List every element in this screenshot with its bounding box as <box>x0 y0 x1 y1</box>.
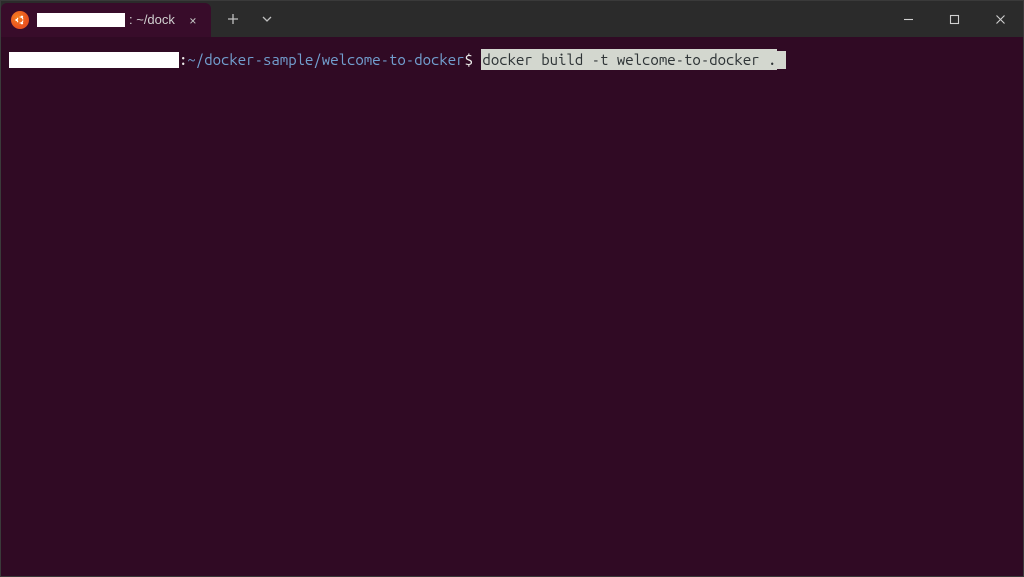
tab-title: : ~/dock <box>37 12 175 27</box>
redacted-username <box>37 13 125 27</box>
minimize-button[interactable] <box>885 1 931 37</box>
maximize-button[interactable] <box>931 1 977 37</box>
prompt-line: :~/docker-sample/welcome-to-docker$ dock… <box>9 49 1015 70</box>
window-controls <box>885 1 1023 37</box>
titlebar: : ~/dock × <box>1 1 1023 37</box>
tab-title-suffix: : ~/dock <box>129 12 175 27</box>
close-tab-icon[interactable]: × <box>183 10 203 30</box>
terminal-body[interactable]: :~/docker-sample/welcome-to-docker$ dock… <box>1 37 1023 576</box>
tab-dropdown-button[interactable] <box>251 1 283 37</box>
command-text: docker build -t welcome-to-docker . <box>481 49 777 70</box>
terminal-tab[interactable]: : ~/dock × <box>1 3 211 37</box>
redacted-user-host <box>9 52 179 68</box>
prompt-symbol: $ <box>465 49 473 70</box>
new-tab-button[interactable] <box>217 1 249 37</box>
terminal-window: : ~/dock × :~/docker-sam <box>0 0 1024 577</box>
prompt-separator: : <box>179 49 187 70</box>
prompt-path: ~/docker-sample/welcome-to-docker <box>187 49 464 70</box>
cursor <box>777 51 786 69</box>
ubuntu-icon <box>11 11 29 29</box>
close-window-button[interactable] <box>977 1 1023 37</box>
tab-actions <box>211 1 283 37</box>
titlebar-drag-area[interactable] <box>283 1 885 37</box>
